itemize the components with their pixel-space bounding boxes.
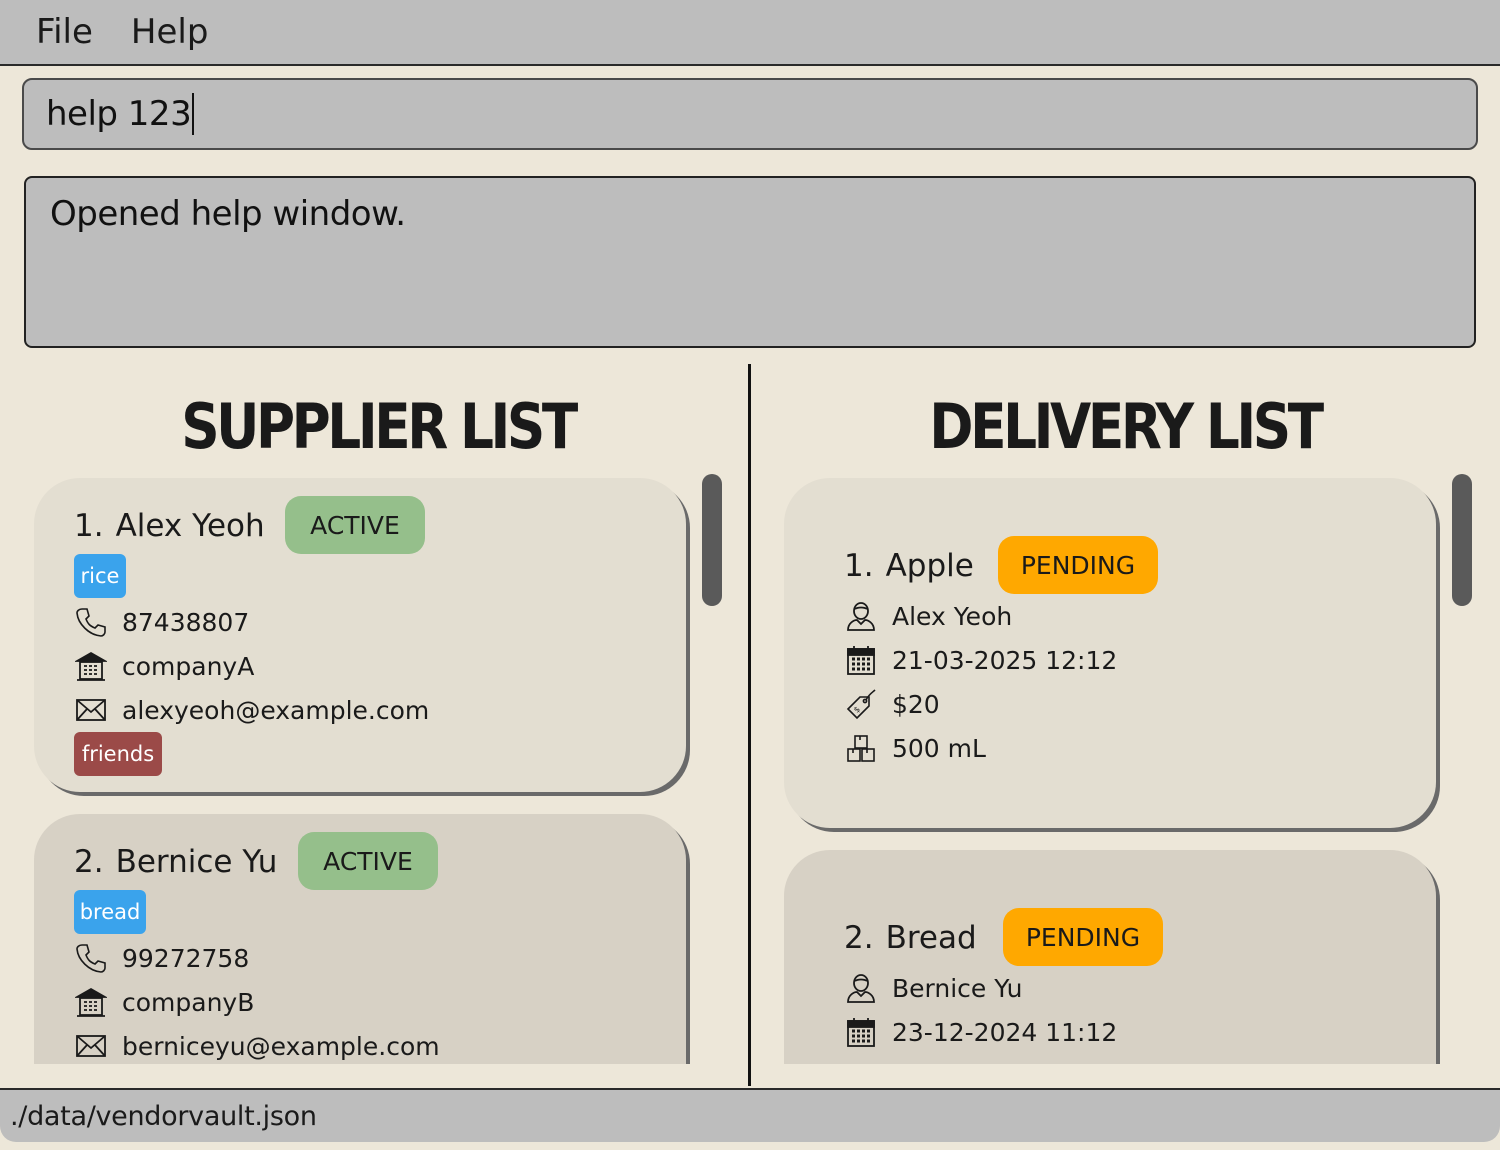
panel-divider <box>748 364 751 1086</box>
company-value: companyB <box>122 987 255 1017</box>
quantity-row: 500 mL <box>844 728 986 768</box>
supplier-name: 1. Alex Yeoh <box>74 508 265 544</box>
cost-row: $ $20 <box>844 684 940 724</box>
email-row: berniceyu@example.com <box>74 1026 440 1064</box>
building-icon <box>74 649 108 683</box>
supplier-list[interactable]: 1. Alex Yeoh ACTIVE rice 87438807 company… <box>30 474 694 1064</box>
phone-icon <box>74 941 108 975</box>
supplier-row: Bernice Yu <box>844 968 1022 1008</box>
supplier-value: Bernice Yu <box>892 973 1023 1003</box>
datetime-value: 23-12-2024 11:12 <box>892 1017 1118 1047</box>
delivery-list[interactable]: 1. Apple PENDING Alex Yeoh 21-03-2025 12:… <box>780 474 1444 1064</box>
menu-bar: File Help <box>0 0 1500 66</box>
product-tag: bread <box>74 890 146 934</box>
supplier-card[interactable]: 2. Bernice Yu ACTIVE bread 99272758 compa… <box>34 814 686 1064</box>
command-input-text: help 123 <box>46 94 192 134</box>
delivery-product: 1. Apple <box>844 548 974 584</box>
delivery-product-text: Bread <box>885 920 977 956</box>
phone-value: 87438807 <box>122 607 250 637</box>
supplier-index: 1. <box>74 508 104 544</box>
calendar-icon <box>844 1015 878 1049</box>
svg-text:$: $ <box>852 705 862 715</box>
menu-help[interactable]: Help <box>131 12 209 52</box>
boxes-icon <box>844 731 878 765</box>
cost-value: $20 <box>892 689 940 719</box>
phone-row: 99272758 <box>74 938 249 978</box>
result-display: Opened help window. <box>24 176 1476 348</box>
price-tag-icon: $ <box>844 687 878 721</box>
delivery-product: 2. Bread <box>844 920 977 956</box>
delivery-list-title: DELIVERY LIST <box>929 390 1324 463</box>
delivery-product-text: Apple <box>885 548 974 584</box>
email-value: berniceyu@example.com <box>122 1031 440 1061</box>
product-tag: rice <box>74 554 126 598</box>
datetime-row: 21-03-2025 12:12 <box>844 640 1117 680</box>
envelope-icon <box>74 1029 108 1063</box>
building-icon <box>74 985 108 1019</box>
supplier-card[interactable]: 1. Alex Yeoh ACTIVE rice 87438807 company… <box>34 478 686 792</box>
status-bar: ./data/vendorvault.json <box>0 1088 1500 1142</box>
quantity-value: 500 mL <box>892 733 986 763</box>
phone-row: 87438807 <box>74 602 249 642</box>
delivery-card[interactable]: 1. Apple PENDING Alex Yeoh 21-03-2025 12:… <box>784 478 1436 828</box>
supplier-value: Alex Yeoh <box>892 601 1013 631</box>
calendar-icon <box>844 643 878 677</box>
supplier-name-text: Bernice Yu <box>115 844 278 880</box>
supplier-list-scrollbar[interactable] <box>702 474 722 606</box>
person-icon <box>844 599 878 633</box>
data-file-path: ./data/vendorvault.json <box>10 1100 317 1132</box>
datetime-value: 21-03-2025 12:12 <box>892 645 1118 675</box>
status-badge: PENDING <box>1003 908 1163 966</box>
supplier-index: 2. <box>74 844 104 880</box>
datetime-row: 23-12-2024 11:12 <box>844 1012 1117 1052</box>
supplier-name-text: Alex Yeoh <box>115 508 265 544</box>
delivery-index: 2. <box>844 920 874 956</box>
email-row: alexyeoh@example.com <box>74 690 429 730</box>
delivery-card[interactable]: 2. Bread PENDING Bernice Yu 23-12-2024 11… <box>784 850 1436 1064</box>
status-badge: ACTIVE <box>285 496 425 554</box>
company-row: companyB <box>74 982 254 1022</box>
menu-file[interactable]: File <box>36 12 93 52</box>
supplier-name: 2. Bernice Yu <box>74 844 277 880</box>
supplier-list-title: SUPPLIER LIST <box>181 390 578 463</box>
company-value: companyA <box>122 651 255 681</box>
delivery-index: 1. <box>844 548 874 584</box>
status-badge: PENDING <box>998 536 1158 594</box>
person-icon <box>844 971 878 1005</box>
company-row: companyA <box>74 646 254 686</box>
delivery-list-scrollbar[interactable] <box>1452 474 1472 606</box>
result-message: Opened help window. <box>50 194 406 234</box>
text-caret <box>192 93 195 135</box>
status-badge: ACTIVE <box>298 832 438 890</box>
email-value: alexyeoh@example.com <box>122 695 430 725</box>
envelope-icon <box>74 693 108 727</box>
command-input[interactable]: help 123 <box>22 78 1478 150</box>
supplier-row: Alex Yeoh <box>844 596 1012 636</box>
phone-icon <box>74 605 108 639</box>
phone-value: 99272758 <box>122 943 250 973</box>
supplier-tag: friends <box>74 732 162 776</box>
